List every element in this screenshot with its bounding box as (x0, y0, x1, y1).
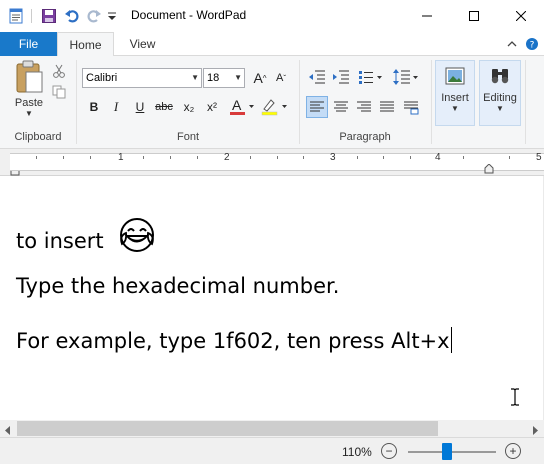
ribbon-separator (431, 60, 432, 144)
right-indent-marker[interactable] (484, 163, 494, 177)
document-line: For example, type 1f602, ten press Alt+x (16, 327, 452, 353)
zoom-in-button[interactable]: + (505, 443, 521, 459)
chevron-down-icon: ▼ (496, 104, 504, 113)
status-bar: 110% − + (0, 437, 544, 464)
chevron-down-icon: ▼ (451, 104, 459, 113)
font-size-value: 18 (207, 72, 220, 84)
font-family-value: Calibri (86, 72, 118, 84)
highlight-color-button[interactable] (260, 97, 290, 117)
chevron-down-icon: ▼ (191, 73, 199, 82)
increase-indent-icon[interactable] (332, 70, 350, 87)
subscript-button[interactable]: x₂ (179, 97, 199, 117)
document-text: to insert (16, 229, 104, 253)
ribbon-home: Paste ▼ Clipboard Calibri ▼ 18 ▼ A ^ Aˇ B… (0, 56, 544, 149)
align-left-button[interactable] (306, 96, 328, 118)
zoom-slider-track[interactable] (408, 451, 496, 453)
save-icon[interactable] (41, 7, 57, 25)
font-group-label: Font (176, 131, 199, 143)
font-color-icon: A (228, 97, 256, 120)
scroll-left-arrow-icon[interactable] (4, 424, 12, 438)
grow-font-icon: A (253, 70, 263, 86)
bold-button[interactable]: B (84, 97, 104, 117)
decrease-indent-icon[interactable] (308, 70, 326, 87)
redo-icon[interactable] (86, 7, 102, 25)
svg-text:A: A (232, 97, 242, 113)
ibeam-cursor-icon (510, 388, 520, 409)
font-color-button[interactable]: A (228, 97, 256, 117)
scrollbar-thumb[interactable] (17, 421, 438, 436)
paste-dropdown-icon: ▼ (25, 109, 33, 118)
strikethrough-button[interactable]: abc (152, 97, 176, 117)
ribbon-tab-bar: File Home View ? (0, 32, 544, 57)
document-text: For example, type 1f602, ten press Alt+x (16, 329, 450, 353)
paste-label: Paste (14, 97, 44, 109)
cut-icon[interactable] (52, 64, 66, 81)
shrink-font-button[interactable]: Aˇ (271, 68, 291, 88)
maximize-button[interactable] (451, 0, 497, 32)
insert-button[interactable]: Insert ▼ (435, 60, 475, 126)
horizontal-scrollbar[interactable] (0, 420, 544, 437)
zoom-slider-thumb[interactable] (441, 443, 452, 460)
help-icon[interactable]: ? (525, 37, 539, 51)
maximize-icon (469, 11, 479, 21)
insert-picture-icon (445, 67, 465, 88)
copy-icon[interactable] (52, 85, 66, 102)
scroll-right-arrow-icon[interactable] (531, 424, 539, 438)
highlighter-icon (260, 99, 290, 120)
underline-button[interactable]: U (130, 97, 150, 117)
ruler-number: 3 (330, 152, 336, 163)
tab-view[interactable]: View (114, 32, 171, 56)
close-icon (516, 11, 526, 21)
face-with-tears-of-joy-emoji (116, 214, 158, 261)
minimize-icon (422, 15, 432, 17)
window-title: Document - WordPad (131, 8, 247, 22)
zoom-out-button[interactable]: − (381, 443, 397, 459)
wordpad-app-icon[interactable] (8, 7, 24, 25)
align-right-icon[interactable] (354, 97, 374, 120)
editing-button[interactable]: Editing ▼ (479, 60, 521, 126)
ruler-number: 1 (118, 152, 124, 163)
clipboard-group-label: Clipboard (14, 131, 62, 143)
align-center-icon[interactable] (331, 97, 351, 120)
tab-home[interactable]: Home (57, 32, 114, 57)
ruler-number: 5 (536, 152, 542, 163)
shrink-font-icon: A (275, 72, 284, 84)
customize-qat-icon[interactable] (107, 7, 117, 25)
grow-font-button[interactable]: A ^ (250, 68, 270, 88)
close-button[interactable] (498, 0, 544, 32)
italic-button[interactable]: I (106, 97, 126, 117)
document-area[interactable]: to insert Type the hexadecimal number. F… (0, 176, 544, 420)
minimize-button[interactable] (404, 0, 450, 32)
tab-file[interactable]: File (0, 32, 57, 56)
editing-label: Editing (483, 92, 517, 104)
align-left-icon (310, 101, 324, 112)
line-spacing-icon[interactable] (392, 68, 420, 89)
title-bar: Document - WordPad (0, 0, 544, 32)
font-size-select[interactable]: 18 ▼ (203, 68, 245, 88)
bullet-list-icon[interactable] (358, 70, 384, 87)
font-family-select[interactable]: Calibri ▼ (82, 68, 202, 88)
zoom-level: 110% (342, 445, 372, 459)
document-text: Type the hexadecimal number. (16, 274, 340, 298)
insert-label: Insert (441, 92, 469, 104)
ruler-number: 2 (224, 152, 230, 163)
ruler-number: 4 (435, 152, 441, 163)
qat-divider (31, 9, 32, 23)
binoculars-icon (490, 67, 510, 88)
paste-button[interactable]: Paste ▼ (8, 60, 50, 120)
ruler[interactable]: 1 2 3 4 5 (0, 149, 544, 176)
text-cursor (450, 327, 452, 353)
ribbon-separator (525, 60, 526, 144)
document-line: to insert (16, 214, 158, 261)
paragraph-settings-icon[interactable] (401, 97, 421, 120)
undo-icon[interactable] (64, 7, 80, 25)
svg-text:?: ? (530, 41, 535, 51)
superscript-button[interactable]: x² (202, 97, 222, 117)
paste-icon (14, 60, 44, 97)
paragraph-group-label: Paragraph (339, 131, 391, 143)
chevron-down-icon: ▼ (234, 73, 242, 82)
justify-icon[interactable] (377, 97, 397, 120)
minimize-ribbon-icon[interactable] (505, 37, 519, 51)
